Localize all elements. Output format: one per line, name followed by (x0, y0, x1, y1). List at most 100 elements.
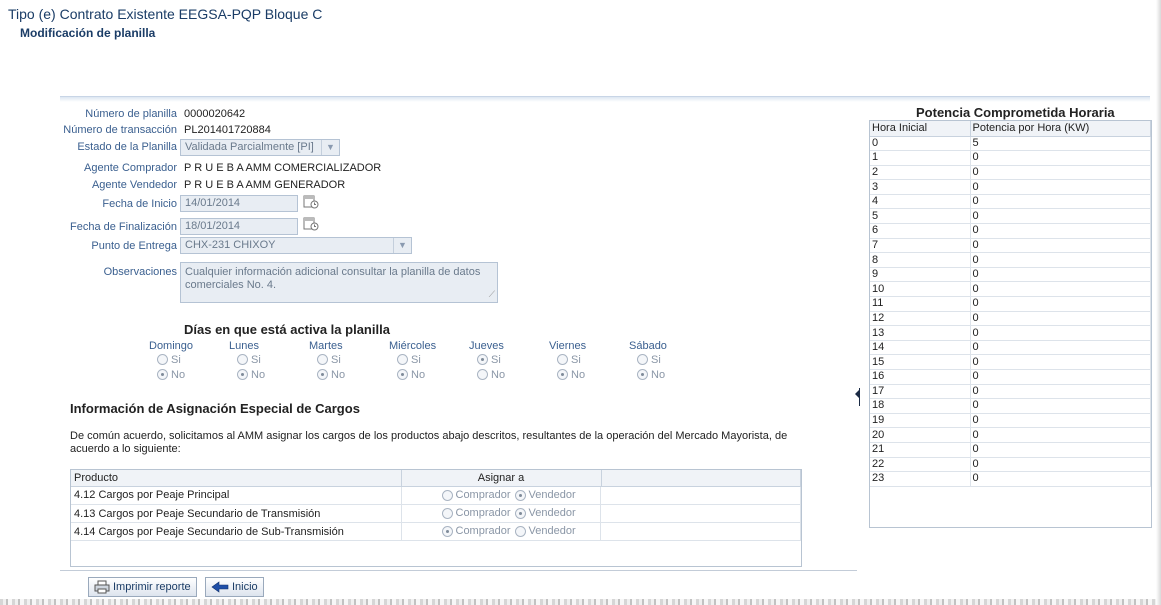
radio-button[interactable] (557, 369, 568, 380)
potencia-table: Hora Inicial Potencia por Hora (KW) 0510… (869, 120, 1152, 528)
radio-label: Vendedor (528, 525, 576, 537)
torn-edge (0, 599, 1161, 605)
potencia-cell[interactable]: 0 (970, 427, 1151, 443)
column-header-empty (601, 470, 801, 487)
radio-no[interactable]: No (477, 367, 541, 382)
table-row: 60 (870, 223, 1151, 239)
potencia-cell[interactable]: 0 (970, 471, 1151, 487)
hora-cell: 8 (870, 252, 971, 268)
potencia-cell[interactable]: 0 (970, 413, 1151, 429)
potencia-cell[interactable]: 0 (970, 165, 1151, 181)
radio-button[interactable] (637, 369, 648, 380)
hora-cell: 19 (870, 413, 971, 429)
potencia-cell[interactable]: 0 (970, 238, 1151, 254)
radio-button[interactable] (237, 354, 248, 365)
table-row: 05 (870, 136, 1151, 152)
table-row: 4.13 Cargos por Peaje Secundario de Tran… (71, 504, 801, 523)
table-row: 23 0 (870, 471, 1151, 487)
cargos-description: De común acuerdo, solicitamos al AMM asi… (70, 430, 788, 455)
agente-comprador-value: P R U E B A AMM COMERCIALIZADOR (184, 162, 382, 174)
radio-si[interactable]: Si (397, 352, 461, 367)
radio-button[interactable] (477, 369, 488, 380)
radio-button[interactable] (237, 369, 248, 380)
radio-button[interactable] (397, 354, 408, 365)
radio-button[interactable] (637, 354, 648, 365)
fecha-finalizacion-field[interactable]: 18/01/2014 (180, 218, 298, 235)
hora-cell: 13 (870, 325, 971, 341)
potencia-cell[interactable]: 0 (970, 369, 1151, 385)
table-row: 10 (870, 150, 1151, 166)
radio-si[interactable]: Si (557, 352, 621, 367)
day-domingo: Domingo Si No (149, 340, 221, 382)
calendar-icon[interactable] (303, 193, 319, 209)
radio-comprador[interactable] (441, 525, 453, 537)
fecha-inicio-field[interactable]: 14/01/2014 (180, 195, 298, 212)
potencia-cell[interactable]: 0 (970, 325, 1151, 341)
day-sabado: Sábado Si No (629, 340, 701, 382)
radio-comprador[interactable] (441, 507, 453, 519)
radio-vendedor[interactable] (514, 489, 526, 501)
observaciones-textarea[interactable]: Cualquier información adicional consulta… (180, 262, 498, 303)
radio-button[interactable] (397, 369, 408, 380)
potencia-cell[interactable]: 0 (970, 150, 1151, 166)
potencia-cell[interactable]: 0 (970, 267, 1151, 283)
punto-entrega-select[interactable]: CHX-231 CHIXOY ▼ (180, 237, 412, 254)
radio-vendedor[interactable] (514, 507, 526, 519)
radio-no[interactable]: No (557, 367, 621, 382)
radio-si[interactable]: Si (237, 352, 301, 367)
radio-si[interactable]: Si (637, 352, 701, 367)
day-lunes: Lunes Si No (229, 340, 301, 382)
radio-button[interactable] (557, 354, 568, 365)
estado-planilla-select[interactable]: Validada Parcialmente [PI] ▼ (180, 139, 340, 156)
radio-no[interactable]: No (317, 367, 381, 382)
potencia-cell[interactable]: 0 (970, 281, 1151, 298)
calendar-icon[interactable] (303, 215, 319, 231)
radio-si[interactable]: Si (317, 352, 381, 367)
hora-cell: 6 (870, 223, 971, 239)
potencia-cell[interactable]: 0 (970, 252, 1151, 268)
radio-button[interactable] (157, 369, 168, 380)
table-row: 12 0 (870, 311, 1151, 327)
radio-comprador[interactable] (441, 489, 453, 501)
potencia-cell[interactable]: 0 (970, 457, 1151, 473)
radio-no[interactable]: No (157, 367, 221, 382)
potencia-cell[interactable]: 0 (970, 354, 1151, 370)
radio-si[interactable]: Si (477, 352, 541, 367)
day-label: Lunes (229, 340, 259, 352)
potencia-cell[interactable]: 0 (970, 179, 1151, 195)
table-row: 18 0 (870, 398, 1151, 414)
potencia-cell[interactable]: 0 (970, 311, 1151, 327)
potencia-cell[interactable]: 0 (970, 208, 1151, 225)
potencia-cell[interactable]: 0 (970, 296, 1151, 312)
potencia-cell[interactable]: 0 (970, 194, 1151, 210)
potencia-cell[interactable]: 0 (970, 223, 1151, 239)
radio-button[interactable] (477, 354, 488, 365)
resize-grip-icon[interactable]: ⟋ (489, 288, 495, 301)
day-jueves: Jueves Si No (469, 340, 541, 382)
potencia-title: Potencia Comprometida Horaria (916, 105, 1115, 120)
inicio-button[interactable]: Inicio (205, 577, 264, 597)
producto-cell: 4.14 Cargos por Peaje Secundario de Sub-… (71, 522, 402, 541)
hora-cell: 0 (870, 136, 971, 152)
potencia-cell[interactable]: 0 (970, 340, 1151, 356)
imprimir-reporte-button[interactable]: Imprimir reporte (88, 577, 197, 597)
potencia-cell[interactable]: 0 (970, 384, 1151, 400)
radio-vendedor[interactable] (514, 525, 526, 537)
radio-label: No (331, 368, 346, 381)
radio-label: No (171, 368, 186, 381)
fecha-finalizacion-label: Fecha de Finalización (69, 221, 177, 233)
collapse-panel-icon[interactable] (855, 388, 860, 406)
radio-button[interactable] (157, 354, 168, 365)
radio-button[interactable] (317, 354, 328, 365)
radio-si[interactable]: Si (157, 352, 221, 367)
radio-no[interactable]: No (397, 367, 461, 382)
potencia-cell[interactable]: 5 (970, 136, 1151, 152)
potencia-cell[interactable]: 0 (970, 442, 1151, 458)
radio-no[interactable]: No (637, 367, 701, 382)
table-row: 4.14 Cargos por Peaje Secundario de Sub-… (71, 522, 801, 541)
column-header-potencia: Potencia por Hora (KW) (970, 121, 1151, 137)
radio-no[interactable]: No (237, 367, 301, 382)
cargos-table: Producto Asignar a 4.12 Cargos por Peaje… (70, 469, 802, 567)
radio-button[interactable] (317, 369, 328, 380)
potencia-cell[interactable]: 0 (970, 398, 1151, 414)
